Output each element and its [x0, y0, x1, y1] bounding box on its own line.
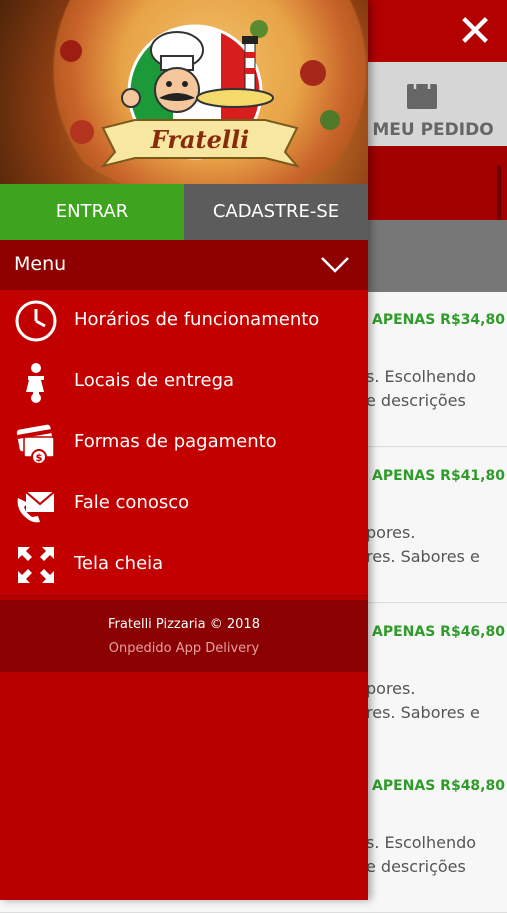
product-description: pores. — [366, 523, 416, 542]
close-icon[interactable]: ✕ — [455, 10, 495, 54]
scooter-icon — [26, 363, 44, 403]
drawer-footer: Fratelli Pizzaria © 2018 Onpedido App De… — [0, 600, 368, 672]
signup-button[interactable]: CADASTRE-SE — [184, 184, 368, 240]
clock-icon — [15, 300, 57, 342]
menu-title: Menu — [14, 253, 67, 275]
fullscreen-icon — [18, 547, 54, 583]
product-description: e descrições — [366, 857, 466, 876]
fratelli-logo: Fratelli — [100, 24, 300, 168]
svg-text:Fratelli: Fratelli — [150, 125, 250, 154]
menu-item-contact[interactable]: Fale conosco — [0, 473, 368, 535]
contact-icon — [17, 491, 55, 523]
product-description: res. Sabores e — [366, 703, 480, 722]
navigation-drawer: Fratelli ENTRAR CADASTRE-SE Menu Horário… — [0, 0, 368, 900]
payment-icon: $ — [16, 424, 55, 465]
menu-item-opening-hours[interactable]: Horários de funcionamento — [0, 290, 368, 352]
product-price: APENAS R$48,80 — [372, 778, 505, 794]
menu-item-label: Tela cheia — [74, 553, 164, 574]
product-price: APENAS R$46,80 — [372, 624, 505, 640]
menu-item-label: Fale conosco — [74, 492, 190, 513]
login-button[interactable]: ENTRAR — [0, 184, 184, 240]
menu-item-payment-methods[interactable]: $ Formas de pagamento — [0, 412, 368, 474]
shopping-bag-icon — [407, 75, 437, 109]
menu-item-delivery-areas[interactable]: Locais de entrega — [0, 351, 368, 413]
menu-item-fullscreen[interactable]: Tela cheia — [0, 534, 368, 596]
product-description: pores. — [366, 679, 416, 698]
menu-item-label: Horários de funcionamento — [74, 309, 320, 330]
product-price: APENAS R$34,80 — [372, 312, 505, 328]
svg-text:$: $ — [36, 453, 43, 464]
product-price: APENAS R$41,80 — [372, 468, 505, 484]
topping — [320, 110, 340, 130]
header-image: Fratelli — [0, 0, 368, 184]
chevron-down-icon[interactable] — [320, 252, 350, 276]
auth-buttons: ENTRAR CADASTRE-SE — [0, 184, 368, 240]
product-description: s. Escolhendo — [366, 367, 477, 386]
product-description: s. Escolhendo — [366, 833, 477, 852]
topping — [60, 40, 82, 62]
copyright-text: Fratelli Pizzaria © 2018 — [108, 617, 260, 632]
my-order-label[interactable]: MEU PEDIDO — [368, 120, 498, 140]
product-description: e descrições — [366, 391, 466, 410]
product-description: res. Sabores e — [366, 547, 480, 566]
powered-by-text: Onpedido App Delivery — [108, 641, 260, 656]
menu-item-label: Formas de pagamento — [74, 431, 277, 452]
menu-item-label: Locais de entrega — [74, 370, 235, 391]
topping — [70, 120, 94, 144]
menu-header[interactable]: Menu — [0, 240, 368, 290]
